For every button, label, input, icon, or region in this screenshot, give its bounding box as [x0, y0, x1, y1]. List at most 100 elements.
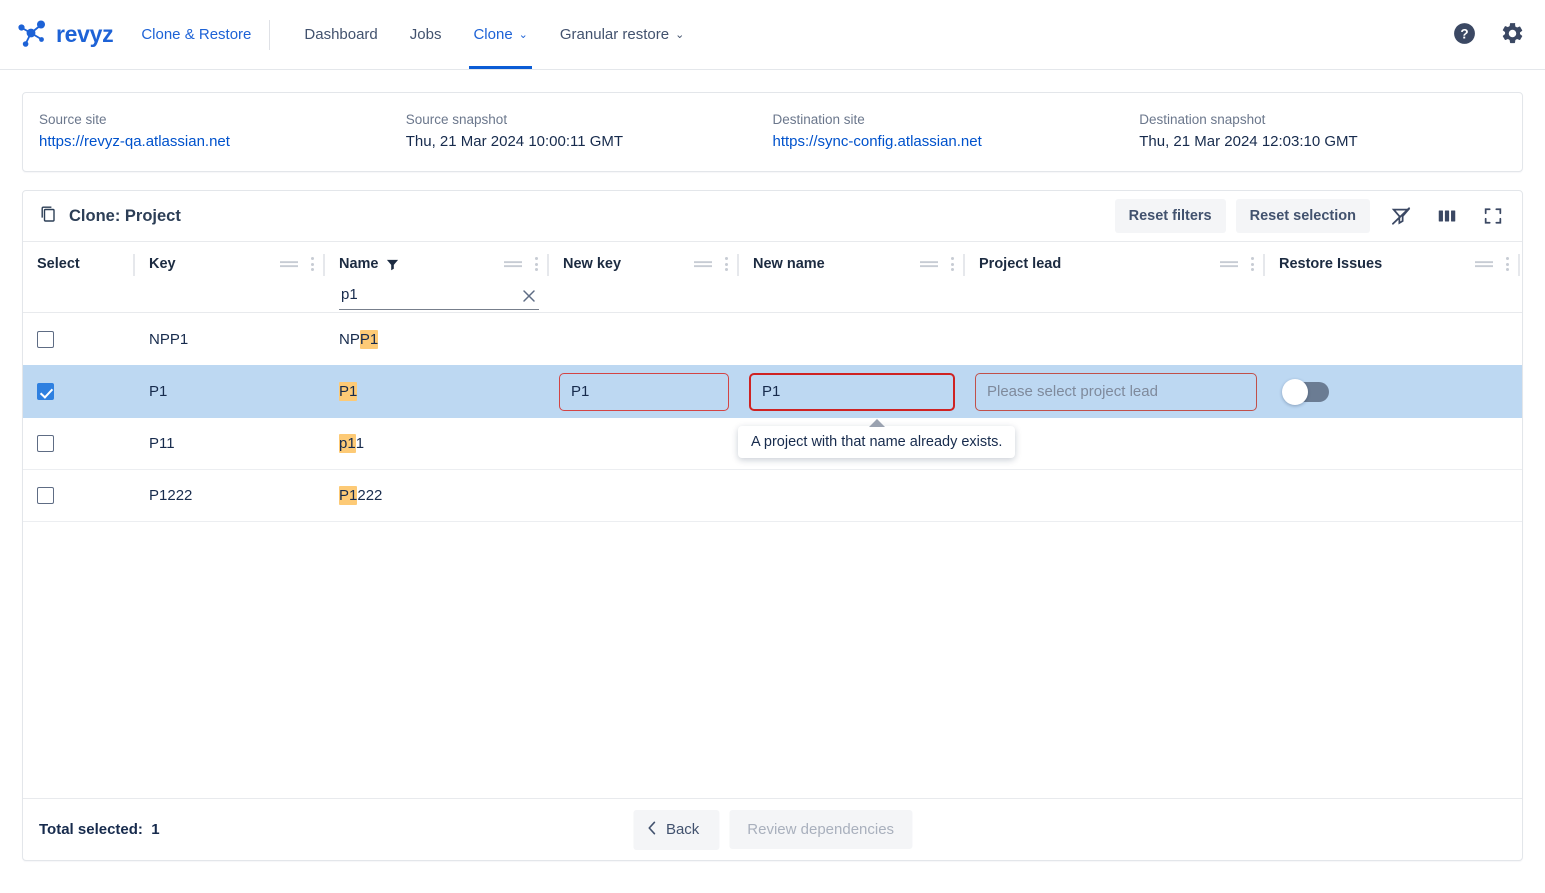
row-name-cell: P1 [325, 365, 549, 418]
column-divider[interactable] [1518, 254, 1520, 276]
sort-equals-icon[interactable] [1220, 258, 1238, 270]
column-menu-icon[interactable] [1248, 255, 1257, 273]
row-new-key-cell [549, 470, 739, 521]
table-row[interactable]: P1222 P1222 [23, 470, 1522, 522]
row-name-highlight: P1 [339, 486, 357, 505]
revyz-logo[interactable]: revyz [16, 18, 113, 52]
row-checkbox[interactable] [37, 435, 54, 452]
column-header-select-label: Select [37, 256, 80, 272]
project-lead-select[interactable] [975, 373, 1257, 411]
sort-equals-icon[interactable] [920, 258, 938, 270]
row-select-cell [23, 470, 135, 521]
reset-filters-button[interactable]: Reset filters [1115, 199, 1226, 233]
info-cell-destination-site: Destination site https://sync-config.atl… [773, 113, 1140, 152]
filter-funnel-icon[interactable] [386, 258, 399, 271]
nav-item-clone[interactable]: Clone ⌄ [457, 0, 543, 69]
row-restore-issues-cell [1265, 470, 1520, 521]
row-name-cell: NPP1 [325, 313, 549, 365]
row-select-cell [23, 365, 135, 418]
nav-item-dashboard[interactable]: Dashboard [288, 0, 393, 69]
table-row[interactable]: P1 P1 [23, 365, 1522, 418]
nav-clone-and-restore-link[interactable]: Clone & Restore [141, 26, 265, 43]
column-header-restore-issues: Restore Issues [1265, 242, 1520, 312]
back-button[interactable]: Back [633, 810, 719, 850]
row-project-lead-cell [965, 470, 1265, 521]
row-new-key-cell [549, 365, 739, 418]
reset-selection-button[interactable]: Reset selection [1236, 199, 1370, 233]
row-new-name-cell [739, 365, 965, 418]
row-restore-issues-cell [1265, 313, 1520, 365]
destination-site-label: Destination site [773, 113, 1140, 128]
row-checkbox[interactable] [37, 487, 54, 504]
snapshot-info-card: Source site https://revyz-qa.atlassian.n… [22, 92, 1523, 172]
new-key-input[interactable] [559, 373, 729, 411]
fullscreen-icon[interactable] [1478, 201, 1508, 231]
row-new-name-cell [739, 313, 965, 365]
row-checkbox[interactable] [37, 331, 54, 348]
toggle-knob [1282, 379, 1308, 405]
row-new-name-cell [739, 470, 965, 521]
clear-icon[interactable] [517, 288, 537, 304]
sort-equals-icon[interactable] [504, 258, 522, 270]
revyz-logo-mark-icon [16, 18, 50, 52]
projects-table: Select Key [23, 241, 1522, 798]
table-row[interactable]: NPP1 NPP1 [23, 313, 1522, 365]
row-key-cell: P1222 [135, 470, 325, 521]
restore-issues-toggle[interactable] [1285, 382, 1329, 402]
card-footer: Total selected: 1 Back Review dependenci… [23, 798, 1522, 860]
column-header-select: Select [23, 242, 135, 312]
nav-items: Dashboard Jobs Clone ⌄ Granular restore … [288, 0, 700, 69]
nav-right-actions: ? [1451, 20, 1525, 46]
tooltip-arrow-icon [869, 419, 885, 427]
chevron-down-icon: ⌄ [519, 30, 528, 41]
destination-site-value[interactable]: https://sync-config.atlassian.net [773, 133, 1140, 151]
name-filter[interactable] [339, 282, 539, 310]
filter-off-icon[interactable] [1386, 201, 1416, 231]
row-name-cell: p11 [325, 418, 549, 469]
column-header-key: Key [135, 242, 325, 312]
column-header-name-label: Name [339, 256, 379, 272]
row-new-key-cell [549, 313, 739, 365]
columns-icon[interactable] [1432, 201, 1462, 231]
validation-tooltip-text: A project with that name already exists. [751, 434, 1002, 450]
destination-snapshot-value: Thu, 21 Mar 2024 12:03:10 GMT [1139, 133, 1506, 151]
sort-equals-icon[interactable] [1475, 258, 1493, 270]
clone-project-card: Clone: Project Reset filters Reset selec… [22, 190, 1523, 861]
nav-item-granular-restore-label: Granular restore [560, 26, 669, 43]
card-header-tools: Reset filters Reset selection [1115, 199, 1508, 233]
column-menu-icon[interactable] [1503, 255, 1512, 273]
column-header-restore-issues-label: Restore Issues [1279, 256, 1382, 272]
new-name-input[interactable] [749, 373, 955, 411]
info-cell-source-snapshot: Source snapshot Thu, 21 Mar 2024 10:00:1… [406, 113, 773, 152]
page-title: Clone: Project [39, 204, 181, 229]
column-header-new-name-label: New name [753, 256, 825, 272]
page-title-text: Clone: Project [69, 207, 181, 226]
sort-equals-icon[interactable] [280, 258, 298, 270]
info-cell-source-site: Source site https://revyz-qa.atlassian.n… [39, 113, 406, 152]
row-name-highlight: P1 [360, 330, 378, 349]
row-checkbox[interactable] [37, 383, 54, 400]
nav-item-granular-restore[interactable]: Granular restore ⌄ [544, 0, 700, 69]
row-key-cell: P1 [135, 365, 325, 418]
nav-item-jobs[interactable]: Jobs [394, 0, 458, 69]
name-filter-input[interactable] [339, 286, 517, 306]
column-menu-icon[interactable] [948, 255, 957, 273]
footer-buttons: Back Review dependencies [633, 810, 912, 850]
row-key-cell: P11 [135, 418, 325, 469]
row-name-prefix: NP [339, 331, 360, 348]
gear-icon[interactable] [1499, 20, 1525, 46]
row-name-suffix: 1 [356, 435, 364, 452]
column-header-new-name: New name [739, 242, 965, 312]
source-site-value[interactable]: https://revyz-qa.atlassian.net [39, 133, 406, 151]
source-snapshot-value: Thu, 21 Mar 2024 10:00:11 GMT [406, 133, 773, 151]
help-circle-icon[interactable]: ? [1451, 20, 1477, 46]
column-menu-icon[interactable] [722, 255, 731, 273]
chevron-down-icon: ⌄ [675, 30, 684, 41]
column-menu-icon[interactable] [308, 255, 317, 273]
svg-text:?: ? [1460, 26, 1468, 41]
table-body: NPP1 NPP1 P1 P1 [23, 313, 1522, 798]
sort-equals-icon[interactable] [694, 258, 712, 270]
row-project-lead-cell [965, 313, 1265, 365]
column-menu-icon[interactable] [532, 255, 541, 273]
column-header-project-lead: Project lead [965, 242, 1265, 312]
